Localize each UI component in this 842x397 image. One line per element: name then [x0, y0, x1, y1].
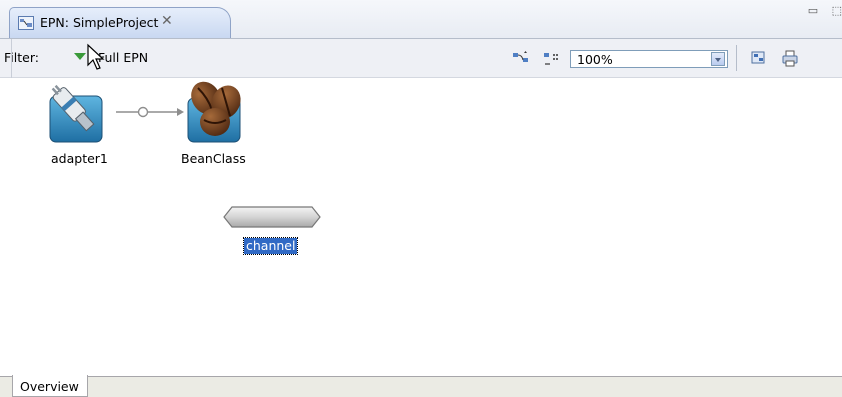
epn-diagram-canvas[interactable]: adapter1 BeanClass channel	[0, 78, 842, 376]
channel-capsule-icon[interactable]	[220, 204, 324, 230]
connection-arrow[interactable]	[114, 104, 186, 120]
bottom-tab-bar: Overview	[0, 375, 842, 397]
zoom-combobox[interactable]: 100%	[570, 50, 728, 68]
minimize-icon[interactable]: ▭	[808, 4, 818, 17]
coffee-bean-icon[interactable]	[182, 80, 248, 144]
grid-snap-icon[interactable]	[542, 50, 560, 66]
chevron-down-icon[interactable]	[711, 52, 725, 66]
editor-tab-bar: EPN: SimpleProject ✕ ▭ ⬚	[0, 0, 842, 39]
maximize-icon[interactable]: ⬚	[832, 4, 842, 17]
adapter-plug-icon[interactable]	[46, 82, 110, 144]
filter-dropdown-arrow-icon[interactable]	[74, 53, 86, 60]
tab-epn-simpleproject[interactable]: EPN: SimpleProject ✕	[9, 7, 231, 38]
print-icon[interactable]	[781, 50, 799, 67]
tab-title: EPN: SimpleProject	[40, 15, 159, 30]
mouse-cursor-icon	[87, 43, 105, 70]
window-controls: ▭ ⬚	[798, 4, 842, 17]
node-label-beanclass[interactable]: BeanClass	[181, 151, 246, 166]
close-icon[interactable]: ✕	[161, 13, 173, 29]
epn-toolbar: Filter: Full EPN 100%	[0, 39, 842, 78]
filter-label: Filter:	[4, 50, 39, 65]
tab-overview[interactable]: Overview	[12, 375, 88, 397]
export-image-icon[interactable]	[750, 50, 768, 66]
toolbar-divider	[736, 45, 737, 71]
epn-diagram-icon	[18, 16, 34, 30]
layout-icon[interactable]	[512, 50, 530, 66]
tab-overview-label: Overview	[20, 379, 79, 394]
node-label-adapter1[interactable]: adapter1	[51, 151, 108, 166]
node-label-channel[interactable]: channel	[242, 237, 299, 255]
zoom-value: 100%	[577, 52, 613, 67]
